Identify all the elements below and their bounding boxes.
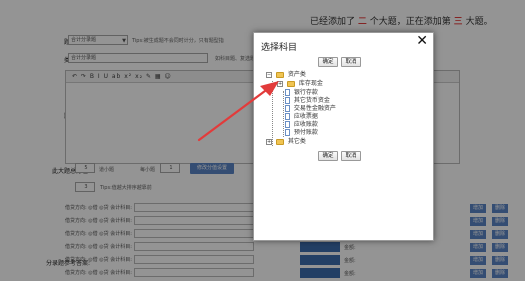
file-icon bbox=[285, 121, 290, 128]
tree-node-label: 其它货币资金 bbox=[293, 97, 330, 104]
tree-node-label: 应收票据 bbox=[293, 113, 318, 120]
tree-node-label: 应收账款 bbox=[293, 121, 318, 128]
close-icon[interactable]: ✕ bbox=[416, 34, 428, 48]
confirm-button-bottom[interactable]: 确定 bbox=[318, 151, 338, 161]
cancel-button-bottom[interactable]: 取消 bbox=[341, 151, 361, 161]
tree-node-receivable[interactable]: 应收账款 bbox=[285, 121, 318, 129]
dialog-title: 选择科目 bbox=[261, 43, 298, 53]
tree-node-bank[interactable]: 银行存款 bbox=[285, 89, 318, 97]
collapse-icon[interactable]: − bbox=[266, 71, 272, 78]
folder-icon bbox=[286, 80, 295, 87]
folder-icon bbox=[275, 71, 284, 78]
annotation-arrow-icon bbox=[197, 81, 279, 142]
tree-node-other-money[interactable]: 其它货币资金 bbox=[285, 97, 330, 105]
tree-node-label: 交易性金融资产 bbox=[293, 105, 336, 112]
tree-node-label: 其它类 bbox=[287, 138, 306, 145]
confirm-button-top[interactable]: 确定 bbox=[318, 57, 338, 67]
tree-node-trading[interactable]: 交易性金融资产 bbox=[285, 105, 336, 113]
file-icon bbox=[285, 97, 290, 104]
tree-node-label: 预付账款 bbox=[293, 129, 318, 136]
cancel-button-top[interactable]: 取消 bbox=[341, 57, 361, 67]
file-icon bbox=[285, 105, 290, 112]
tree-node-label: 库存现金 bbox=[298, 80, 323, 87]
tree-node-label: 银行存款 bbox=[293, 89, 318, 96]
tree-node-label: 资产类 bbox=[287, 71, 306, 78]
tree-node-prepaid[interactable]: 预付账款 bbox=[285, 129, 318, 137]
tree-node-notes[interactable]: 应收票据 bbox=[285, 113, 318, 121]
file-icon bbox=[285, 89, 290, 96]
file-icon bbox=[285, 129, 290, 136]
file-icon bbox=[285, 113, 290, 120]
